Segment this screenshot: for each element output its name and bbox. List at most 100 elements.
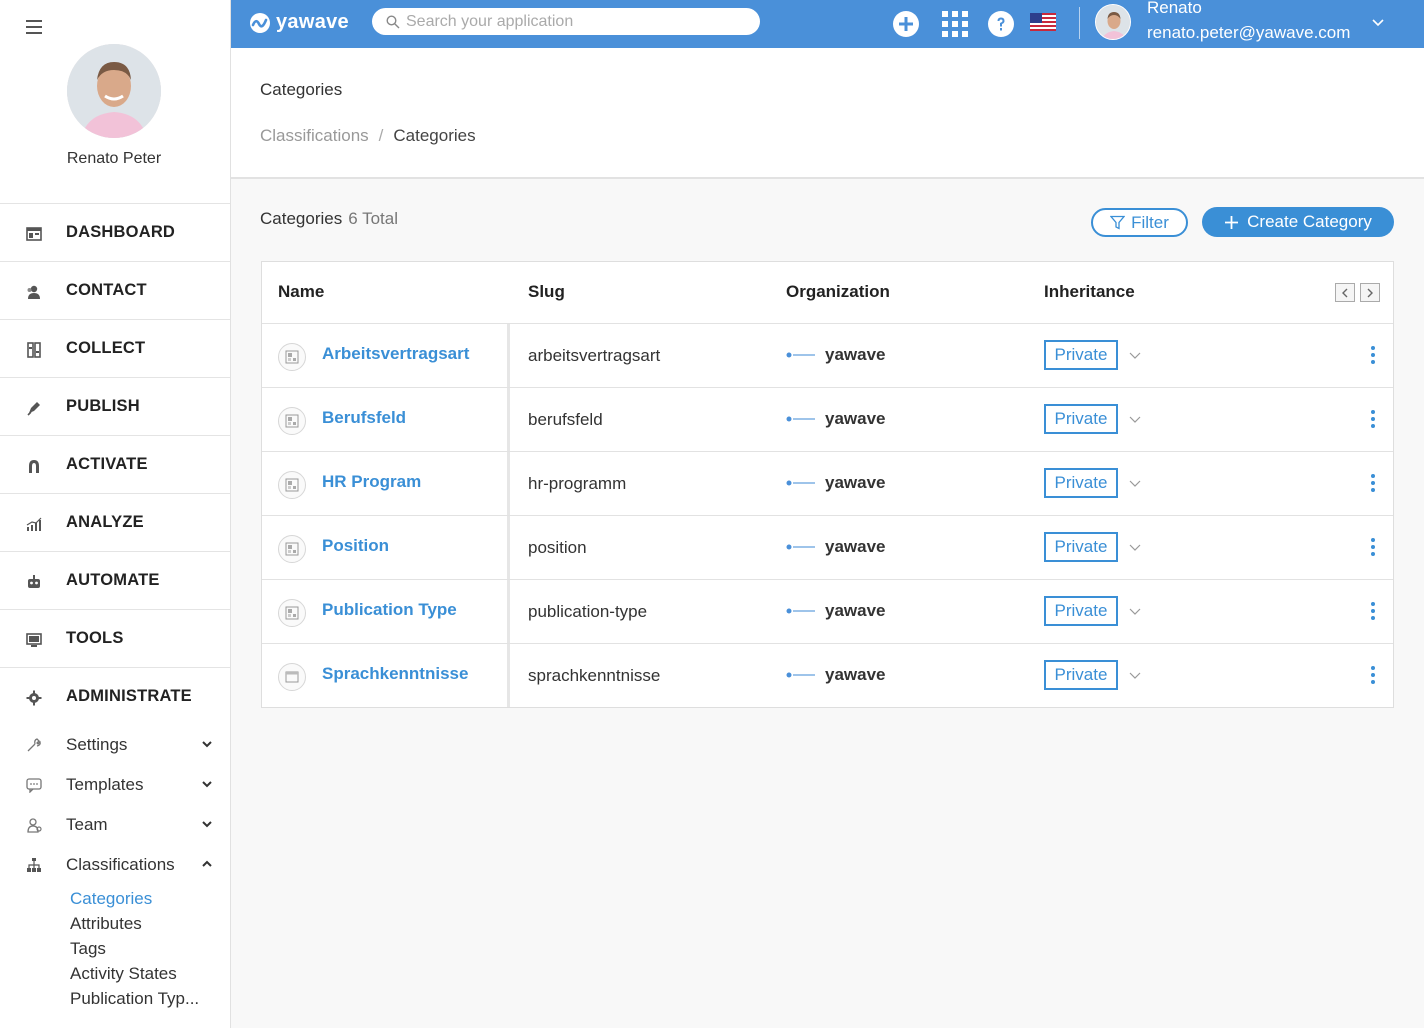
- hamburger-menu-icon[interactable]: [26, 20, 42, 34]
- category-name-link[interactable]: Publication Type: [322, 600, 457, 620]
- chevron-up-icon[interactable]: [202, 859, 212, 869]
- inheritance-select[interactable]: Private: [1044, 660, 1118, 690]
- chevron-down-icon[interactable]: [1129, 352, 1141, 360]
- nav-collect[interactable]: COLLECT: [0, 319, 230, 377]
- classification-attributes[interactable]: Attributes: [70, 911, 199, 936]
- inheritance-select[interactable]: Private: [1044, 532, 1118, 562]
- sub-nav-label: Templates: [66, 775, 144, 794]
- inheritance-select[interactable]: Private: [1044, 468, 1118, 498]
- filter-label: Filter: [1131, 212, 1169, 232]
- table-row[interactable]: HR Program hr-programm yawave Private: [262, 452, 1393, 516]
- search-input[interactable]: [406, 12, 746, 31]
- category-name-link[interactable]: Position: [322, 536, 389, 556]
- organization-name: yawave: [825, 473, 886, 492]
- page-title: Categories: [260, 80, 343, 99]
- row-actions-menu-icon[interactable]: [1370, 474, 1376, 492]
- nav-label: CONTACT: [66, 281, 147, 299]
- classification-activity-states[interactable]: Activity States: [70, 961, 199, 986]
- classification-publication-types[interactable]: Publication Typ...: [70, 986, 199, 1011]
- nav-tools[interactable]: TOOLS: [0, 609, 230, 667]
- column-header-organization[interactable]: Organization: [786, 282, 890, 302]
- add-icon[interactable]: [893, 11, 919, 37]
- magnet-icon: [29, 460, 39, 473]
- user-icon: [27, 818, 42, 833]
- inheritance-select[interactable]: Private: [1044, 340, 1118, 370]
- column-header-name[interactable]: Name: [278, 282, 324, 302]
- yawave-logo-icon: [786, 416, 815, 422]
- row-actions-menu-icon[interactable]: [1370, 602, 1376, 620]
- create-category-button[interactable]: Create Category: [1202, 207, 1394, 237]
- row-actions-menu-icon[interactable]: [1370, 346, 1376, 364]
- sub-nav-team[interactable]: Team: [0, 805, 230, 845]
- inheritance-select[interactable]: Private: [1044, 404, 1118, 434]
- category-icon: [278, 407, 306, 435]
- yawave-logo-icon: [786, 608, 815, 614]
- category-icon: [278, 343, 306, 371]
- table-row[interactable]: Publication Type publication-type yawave…: [262, 580, 1393, 644]
- chevron-down-icon[interactable]: [1129, 480, 1141, 488]
- chat-icon: [26, 778, 42, 793]
- chevron-down-icon[interactable]: [202, 819, 212, 829]
- hierarchy-icon: [27, 858, 41, 872]
- column-header-slug[interactable]: Slug: [528, 282, 565, 302]
- category-name-link[interactable]: Berufsfeld: [322, 408, 406, 428]
- nav-dashboard[interactable]: DASHBOARD: [0, 203, 230, 261]
- scroll-left-button[interactable]: [1335, 283, 1355, 302]
- page-header: Categories Classifications / Categories: [231, 48, 1424, 179]
- plus-icon: [1225, 215, 1239, 229]
- nav-activate[interactable]: ACTIVATE: [0, 435, 230, 493]
- nav-administrate[interactable]: ADMINISTRATE: [0, 667, 230, 725]
- chevron-down-icon[interactable]: [1129, 544, 1141, 552]
- row-actions-menu-icon[interactable]: [1370, 538, 1376, 556]
- breadcrumb-classifications[interactable]: Classifications: [260, 126, 369, 146]
- table-row[interactable]: Berufsfeld berufsfeld yawave Private: [262, 388, 1393, 452]
- name-cell: Arbeitsvertragsart: [262, 324, 510, 387]
- gear-icon: [26, 690, 42, 706]
- chevron-down-icon[interactable]: [1372, 17, 1384, 27]
- table-row[interactable]: Arbeitsvertragsart arbeitsvertragsart ya…: [262, 324, 1393, 388]
- category-slug: sprachkenntnisse: [528, 666, 661, 685]
- category-name-link[interactable]: HR Program: [322, 472, 421, 492]
- classification-categories[interactable]: Categories: [70, 886, 199, 911]
- inheritance-select[interactable]: Private: [1044, 596, 1118, 626]
- name-cell: Berufsfeld: [262, 388, 510, 451]
- row-actions-menu-icon[interactable]: [1370, 666, 1376, 684]
- breadcrumb-current: Categories: [393, 126, 476, 145]
- nav-analyze[interactable]: ANALYZE: [0, 493, 230, 551]
- profile-name: Renato Peter: [66, 150, 162, 167]
- scroll-right-button[interactable]: [1360, 283, 1380, 302]
- nav-automate[interactable]: AUTOMATE: [0, 551, 230, 609]
- table-row[interactable]: Position position yawave Private: [262, 516, 1393, 580]
- us-flag-icon[interactable]: [1030, 13, 1056, 31]
- section-title: Categories 6 Total: [260, 209, 398, 229]
- user-avatar[interactable]: [1095, 4, 1131, 40]
- chevron-down-icon[interactable]: [202, 779, 212, 789]
- chevron-down-icon[interactable]: [202, 739, 212, 749]
- filter-button[interactable]: Filter: [1091, 208, 1188, 237]
- chevron-down-icon[interactable]: [1129, 416, 1141, 424]
- search-box[interactable]: [372, 8, 760, 35]
- sub-nav-classifications[interactable]: Classifications: [0, 845, 230, 885]
- category-name-link[interactable]: Sprachkenntnisse: [322, 664, 468, 684]
- user-name: Renato: [1147, 0, 1202, 17]
- profile-avatar[interactable]: [67, 44, 161, 138]
- chevron-down-icon[interactable]: [1129, 608, 1141, 616]
- sub-nav-templates[interactable]: Templates: [0, 765, 230, 805]
- sub-nav-settings[interactable]: Settings: [0, 725, 230, 765]
- table-row[interactable]: Sprachkenntnisse sprachkenntnisse yawave…: [262, 644, 1393, 708]
- category-name-link[interactable]: Arbeitsvertragsart: [322, 344, 469, 364]
- contacts-icon: [27, 285, 40, 299]
- app-logo[interactable]: yawave: [249, 11, 349, 34]
- classification-tags[interactable]: Tags: [70, 936, 199, 961]
- yawave-logo-icon: [786, 352, 815, 358]
- apps-grid-icon[interactable]: [942, 11, 968, 37]
- nav-publish[interactable]: PUBLISH: [0, 377, 230, 435]
- organization: yawave: [786, 601, 886, 621]
- column-header-inheritance[interactable]: Inheritance: [1044, 282, 1135, 302]
- help-icon[interactable]: [988, 11, 1014, 37]
- table-header: Name Slug Organization Inheritance: [262, 262, 1393, 324]
- nav-contact[interactable]: CONTACT: [0, 261, 230, 319]
- chevron-down-icon[interactable]: [1129, 672, 1141, 680]
- category-slug: publication-type: [528, 602, 648, 621]
- row-actions-menu-icon[interactable]: [1370, 410, 1376, 428]
